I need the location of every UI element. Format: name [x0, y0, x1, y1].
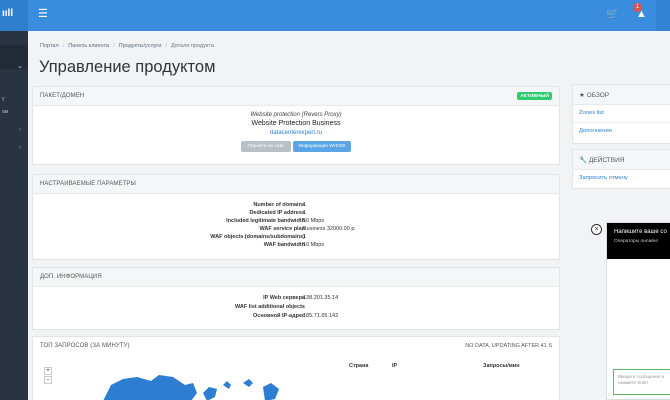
info-value: 185.71.65.142 [303, 313, 339, 319]
chevron-right-icon[interactable]: › [19, 145, 21, 151]
wrench-icon: 🔧 [579, 157, 588, 164]
actions-panel: 🔧 ДЕЙСТВИЯ Запросить отмену [572, 149, 670, 189]
extra-info-list: IP Web сервера 138.201.35.14 WAF list add… [33, 287, 559, 322]
config-row: WAF objects (domains/subdomains) 1 [33, 234, 559, 242]
config-value: Business 32000.00 р. [303, 226, 356, 232]
breadcrumb-link[interactable]: Портал [40, 43, 59, 49]
status-badge: АКТИВНЫЙ [517, 92, 552, 100]
domain-link[interactable]: datacenterexpert.ru [33, 130, 559, 136]
chevron-down-icon[interactable]: ⌄ [17, 62, 23, 70]
product-name: Website Protection Business [251, 120, 341, 127]
zones-list-link[interactable]: Zones list [573, 105, 670, 123]
chat-header: Напишите ваше со Операторы онлайн! [607, 223, 670, 259]
config-value: 10 Mbps [303, 242, 325, 248]
config-label: WAF objects (domains/subdomains) [210, 234, 305, 240]
top-navbar: ııll ☰ 🛒 ▲ 1 [0, 0, 670, 31]
info-row: IP Web сервера 138.201.35.14 [33, 295, 559, 304]
zoom-in-button[interactable]: + [44, 367, 52, 375]
column-header-requests: Запросы/мин [483, 363, 520, 369]
menu-icon[interactable]: ☰ [38, 8, 48, 20]
info-row: WAF list additional objects [33, 304, 559, 313]
actions-title: ДЕЙСТВИЯ [588, 157, 625, 164]
panel-title: ПАКЕТ/ДОМЕН [40, 93, 85, 99]
breadcrumb-link[interactable]: Панель клиента [68, 43, 109, 49]
config-value: 1 [303, 202, 307, 208]
zoom-out-button[interactable]: − [44, 376, 52, 384]
notification-badge: 1 [633, 3, 642, 12]
overview-panel: ★ ОБЗОР Zones list Дополнения [572, 84, 670, 144]
chat-subtitle: Операторы онлайн! [614, 239, 658, 244]
cart-icon[interactable]: 🛒 [606, 9, 618, 20]
package-panel-title: ПАКЕТ/ДОМЕН АКТИВНЫЙ [33, 87, 559, 106]
config-row: Included legitimate bandwidth 50 Mbps [33, 218, 559, 226]
overview-header: ★ ОБЗОР [573, 85, 670, 105]
config-label: Number of domains [253, 202, 305, 208]
chevron-right-icon[interactable]: › [19, 127, 21, 133]
config-label: Included legitimate bandwidth [226, 218, 305, 224]
whois-button[interactable]: Информация WHOIS [293, 141, 351, 152]
column-header-ip: IP [392, 363, 398, 369]
info-value: 138.201.35.14 [303, 295, 339, 301]
config-list: Number of domains 1 Dedicated IP address 1… [33, 194, 559, 250]
extra-info-panel: ДОП. ИНФОРМАЦИЯ IP Web сервера 138.201.35… [32, 267, 560, 330]
panel-title: ДОП. ИНФОРМАЦИЯ [33, 268, 559, 287]
info-label: IP Web сервера [263, 295, 305, 301]
info-label: Основной IP-адрес [253, 313, 305, 319]
update-status: NO DATA, UPDATING AFTER 41 S [465, 343, 552, 349]
brand-logo[interactable]: ııll [0, 0, 28, 31]
star-icon: ★ [579, 92, 585, 99]
column-header-country: Страна [349, 363, 369, 369]
config-row: WAF bandwidth 10 Mbps [33, 242, 559, 250]
package-panel: ПАКЕТ/ДОМЕН АКТИВНЫЙ Website protection … [32, 86, 560, 165]
top-requests-title: ТОП ЗАПРОСОВ (ЗА МИНУТУ) [40, 343, 130, 349]
info-label: WAF list additional objects [235, 304, 305, 310]
config-row: WAF service plan Business 32000.00 р. [33, 226, 559, 234]
sidebar-user-block[interactable] [0, 45, 28, 69]
overview-title: ОБЗОР [586, 92, 610, 99]
config-value: 1 [303, 234, 307, 240]
world-map[interactable] [93, 371, 293, 400]
page-title: Управление продуктом [39, 58, 216, 76]
config-row: Number of domains 1 [33, 202, 559, 210]
close-icon[interactable]: × [591, 224, 602, 235]
config-panel: НАСТРАИВАЕМЫЕ ПАРАМЕТРЫ Number of domain… [32, 174, 560, 260]
sidebar-item-label[interactable]: у [2, 96, 5, 102]
chat-message-input[interactable]: Введите сообщение и нажмите Enter [613, 369, 670, 395]
request-cancel-link[interactable]: Запросить отмену [573, 170, 670, 188]
breadcrumb-current: Детали продукта [171, 43, 214, 49]
breadcrumb-link[interactable]: Продукты/услуги [119, 43, 162, 49]
sidebar: ⌄ у ам › › [0, 31, 28, 400]
config-label: WAF service plan [259, 226, 305, 232]
goto-site-button[interactable]: Перейти на сайт [241, 141, 291, 152]
config-value: 1 [303, 210, 307, 216]
breadcrumb: Портал / Панель клиента / Продукты/услуги / Де… [40, 43, 214, 49]
chat-title: Напишите ваше со [614, 229, 667, 235]
addons-link[interactable]: Дополнения [573, 123, 670, 141]
sidebar-item-label[interactable]: ам [2, 109, 8, 115]
chat-widget: Напишите ваше со Операторы онлайн! Введи… [606, 222, 670, 400]
config-label: WAF bandwidth [263, 242, 305, 248]
config-label: Dedicated IP address [249, 210, 305, 216]
config-value: 50 Mbps [303, 218, 325, 224]
top-requests-panel: ТОП ЗАПРОСОВ (ЗА МИНУТУ) NO DATA, UPDATI… [32, 336, 560, 400]
product-subtitle: Website protection (Revers Proxy) [250, 112, 342, 118]
panel-title: НАСТРАИВАЕМЫЕ ПАРАМЕТРЫ [33, 175, 559, 194]
actions-header: 🔧 ДЕЙСТВИЯ [573, 150, 670, 170]
config-row: Dedicated IP address 1 [33, 210, 559, 218]
user-menu[interactable] [656, 0, 670, 31]
info-row: Основной IP-адрес 185.71.65.142 [33, 313, 559, 322]
